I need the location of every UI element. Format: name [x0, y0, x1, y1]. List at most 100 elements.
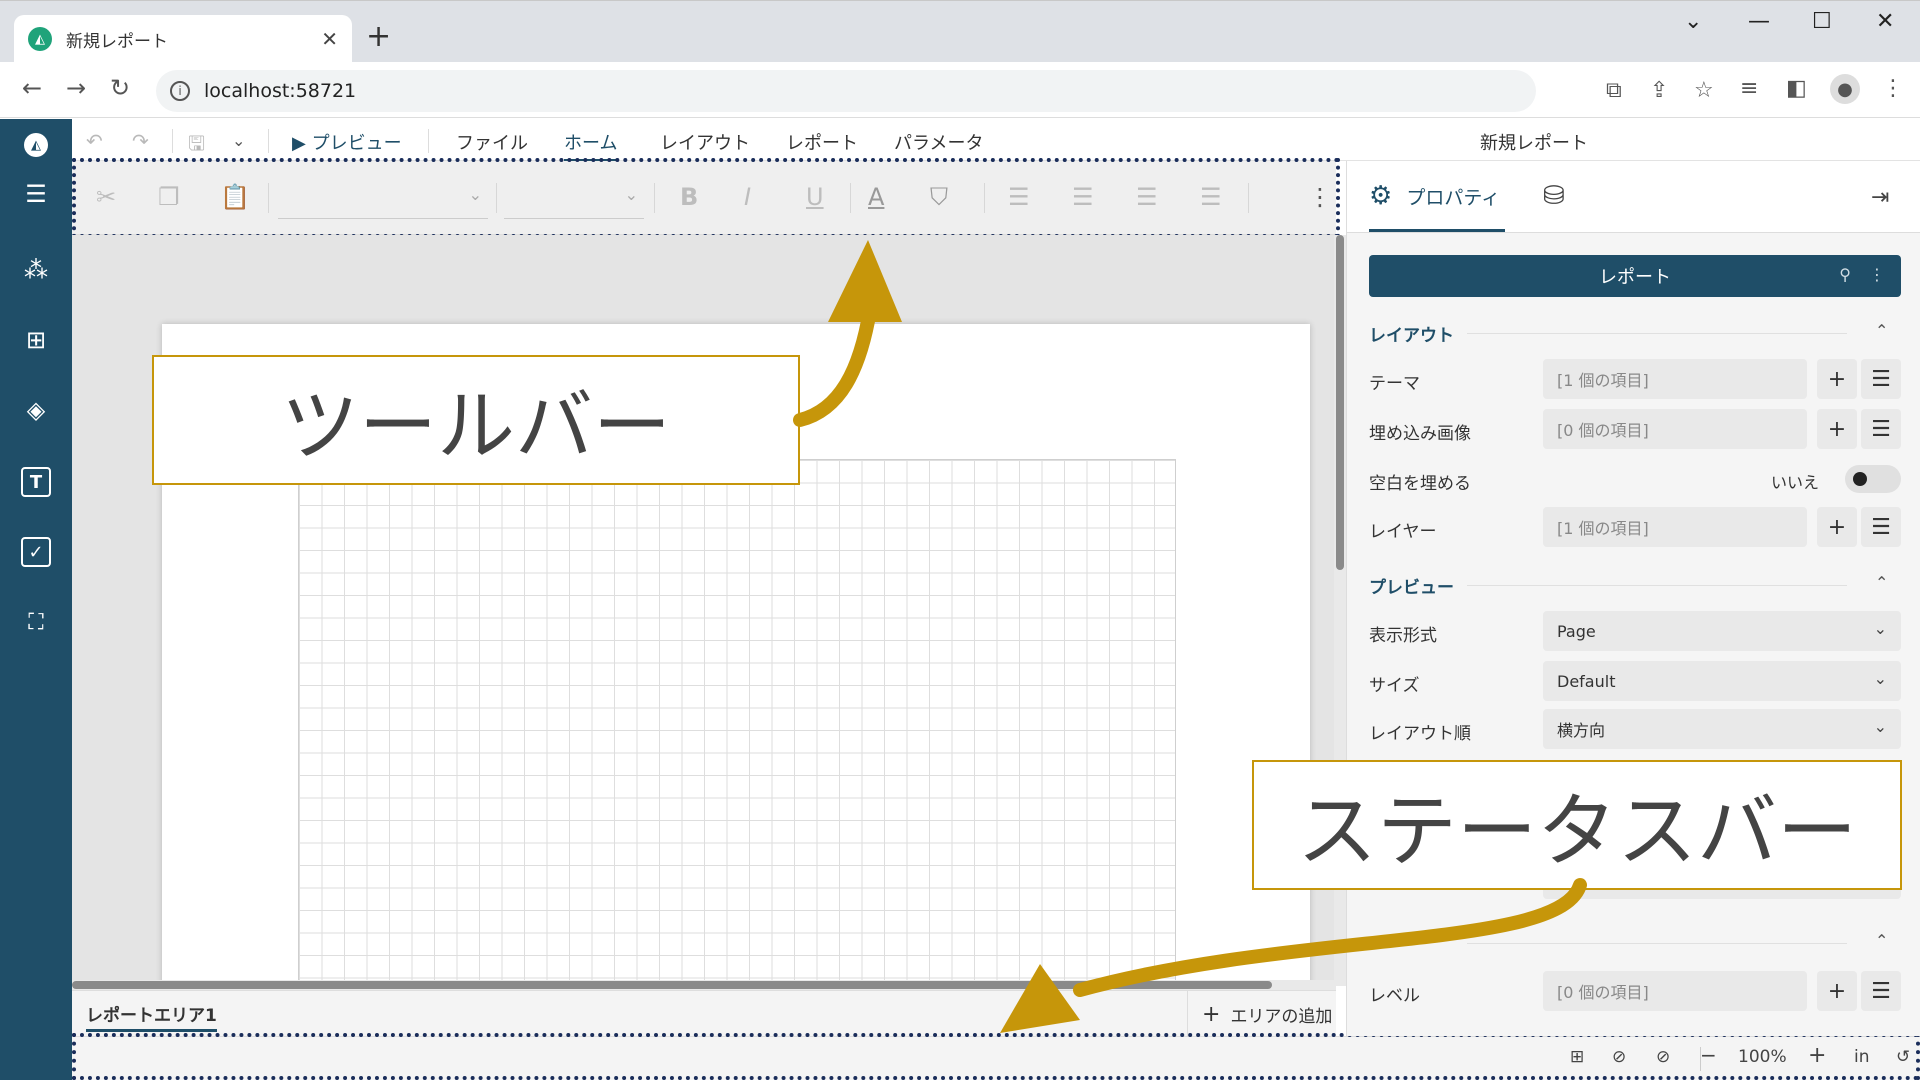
site-info-icon[interactable]: i	[170, 81, 190, 101]
profile-avatar-icon[interactable]: ●	[1830, 74, 1860, 104]
toggle-knob	[1853, 472, 1867, 486]
chevron-up-icon[interactable]: ⌃	[1875, 321, 1888, 340]
play-icon: ▶	[292, 133, 306, 154]
embedded-images-label: 埋め込み画像	[1369, 424, 1471, 444]
hierarchy-icon[interactable]: ⁂	[21, 255, 51, 285]
bookmark-star-icon[interactable]: ☆	[1694, 78, 1714, 103]
size-value: Default	[1557, 671, 1616, 691]
section-layout[interactable]: レイアウト	[1369, 321, 1454, 346]
report-grid[interactable]	[298, 459, 1176, 986]
layout-order-label: レイアウト順	[1369, 724, 1471, 744]
menu-separator	[268, 129, 269, 153]
layout-order-value: 横方向	[1557, 721, 1606, 740]
close-tab-icon[interactable]: ✕	[321, 27, 338, 51]
theme-label: テーマ	[1369, 374, 1420, 394]
tab-properties[interactable]: ⚙ プロパティ	[1369, 181, 1500, 211]
area-tab[interactable]: レポートエリア1	[86, 1001, 217, 1032]
gear-icon: ⚙	[1369, 181, 1393, 211]
browser-tab[interactable]: ◭ 新規レポート ✕	[14, 15, 352, 63]
embedded-images-field[interactable]: [0 個の項目]	[1543, 409, 1807, 449]
textbox-icon[interactable]: T	[21, 467, 51, 497]
chevron-down-icon: ⌄	[1873, 669, 1887, 688]
layers-label: レイヤー	[1369, 522, 1437, 542]
menu-parameters[interactable]: パラメータ	[894, 129, 983, 155]
preview-button[interactable]: ▶ プレビュー	[292, 129, 402, 155]
reload-icon[interactable]: ↻	[110, 74, 130, 102]
toolbar-highlight	[72, 158, 1340, 238]
fill-blank-toggle[interactable]	[1845, 465, 1901, 493]
section-divider	[1467, 333, 1847, 334]
menu-separator	[172, 129, 173, 153]
share-icon[interactable]: ⇪	[1650, 78, 1668, 103]
forward-icon[interactable]: →	[66, 74, 86, 102]
browser-tabbar: ◭ 新規レポート ✕ + ⌄ — ☐ ✕	[0, 0, 1920, 63]
design-canvas[interactable]	[72, 235, 1336, 986]
chevron-down-icon: ⌄	[1873, 717, 1887, 736]
scroll-thumb[interactable]	[72, 981, 1272, 989]
image-list-button[interactable]: ☰	[1861, 409, 1901, 449]
level-label: レベル	[1369, 986, 1420, 1006]
layout-order-select[interactable]: 横方向 ⌄	[1543, 709, 1901, 749]
menu-file[interactable]: ファイル	[456, 129, 528, 155]
plus-icon: +	[1202, 1001, 1221, 1027]
app-favicon-icon: ◭	[28, 27, 52, 51]
chevron-down-icon: ⌄	[1873, 619, 1887, 638]
size-select[interactable]: Default ⌄	[1543, 661, 1901, 701]
horizontal-scrollbar[interactable]	[72, 980, 1336, 990]
tab-title: 新規レポート	[66, 31, 168, 52]
section-divider	[1467, 943, 1847, 944]
collapse-panel-icon[interactable]: ⇥	[1871, 185, 1889, 210]
side-panel-icon[interactable]: ◧	[1786, 76, 1807, 101]
translate-icon[interactable]: ⧉	[1606, 78, 1622, 103]
statusbar-callout: ステータスバー	[1252, 760, 1902, 890]
close-window-icon[interactable]: ✕	[1876, 9, 1894, 34]
back-icon[interactable]: ←	[22, 74, 42, 102]
new-tab-icon[interactable]: +	[366, 19, 391, 54]
minimize-icon[interactable]: —	[1748, 9, 1770, 34]
add-level-button[interactable]: +	[1817, 971, 1857, 1011]
toolbar-callout: ツールバー	[152, 355, 800, 485]
media-icon[interactable]: ≡	[1740, 76, 1758, 101]
object-selector[interactable]: レポート ⚲ ⋮	[1369, 255, 1901, 297]
maximize-icon[interactable]: ☐	[1812, 9, 1832, 34]
add-image-button[interactable]: +	[1817, 409, 1857, 449]
app-menubar: ↶ ↷ 🖫 ⌄ ▶ プレビュー ファイル ホーム レイアウト レポート パラメー…	[72, 119, 1920, 162]
theme-list-button[interactable]: ☰	[1861, 359, 1901, 399]
save-dropdown-icon[interactable]: ⌄	[232, 131, 245, 150]
menu-layout[interactable]: レイアウト	[660, 129, 750, 155]
object-selector-label: レポート	[1599, 267, 1671, 288]
components-icon[interactable]: ⊞	[21, 325, 51, 355]
layers-field[interactable]: [1 個の項目]	[1543, 507, 1807, 547]
menu-report[interactable]: レポート	[786, 129, 858, 155]
chevron-up-icon[interactable]: ⌃	[1875, 573, 1888, 592]
chrome-menu-icon[interactable]: ⋮	[1882, 76, 1904, 101]
layer-list-button[interactable]: ☰	[1861, 507, 1901, 547]
section-divider	[1467, 585, 1847, 586]
app-logo-icon: ◭	[24, 133, 48, 157]
chevron-up-icon[interactable]: ⌃	[1875, 931, 1888, 950]
layers-icon[interactable]: ◈	[21, 395, 51, 425]
scroll-thumb[interactable]	[1336, 235, 1344, 570]
hamburger-menu-icon[interactable]: ☰	[21, 179, 51, 209]
more-options-icon[interactable]: ⋮	[1869, 265, 1885, 284]
document-title: 新規レポート	[1480, 133, 1588, 154]
fill-blank-label: 空白を埋める	[1369, 474, 1471, 494]
tab-search-icon[interactable]: ⌄	[1684, 9, 1702, 34]
add-area-button[interactable]: + エリアの追加	[1187, 991, 1336, 1037]
section-preview[interactable]: プレビュー	[1369, 573, 1454, 598]
database-icon[interactable]: ⛁	[1543, 181, 1565, 211]
level-field[interactable]: [0 個の項目]	[1543, 971, 1807, 1011]
checkbox-icon[interactable]: ✓	[21, 537, 51, 567]
address-input[interactable]: i localhost:58721 ⧉ ⇪ ☆	[156, 70, 1714, 112]
display-format-select[interactable]: Page ⌄	[1543, 611, 1901, 651]
undo-icon[interactable]: ↶	[86, 129, 103, 153]
add-theme-button[interactable]: +	[1817, 359, 1857, 399]
display-format-value: Page	[1557, 621, 1596, 641]
add-layer-button[interactable]: +	[1817, 507, 1857, 547]
search-icon[interactable]: ⚲	[1839, 265, 1851, 284]
screenshot-icon[interactable]: ⛶	[21, 607, 51, 637]
level-list-button[interactable]: ☰	[1861, 971, 1901, 1011]
redo-icon[interactable]: ↷	[132, 129, 149, 153]
theme-field[interactable]: [1 個の項目]	[1543, 359, 1807, 399]
size-label: サイズ	[1369, 676, 1420, 696]
